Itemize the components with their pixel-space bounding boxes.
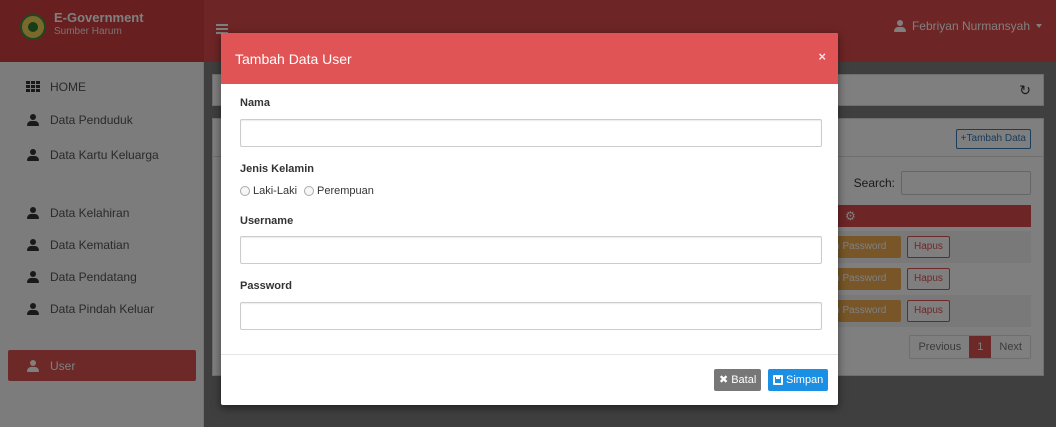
radio-perempuan[interactable]: Perempuan	[304, 185, 374, 197]
modal-title: Tambah Data User	[235, 51, 352, 67]
add-user-modal: Tambah Data User × Nama Jenis Kelamin La…	[221, 33, 838, 405]
times-icon: ✖	[719, 374, 729, 386]
username-input[interactable]	[240, 236, 822, 264]
modal-body: Nama Jenis Kelamin Laki-Laki Perempuan U…	[221, 84, 838, 355]
save-icon	[773, 375, 783, 385]
gender-radio-group: Laki-Laki Perempuan	[240, 185, 378, 197]
username-label: Username	[240, 215, 294, 227]
nama-input[interactable]	[240, 119, 822, 147]
close-icon[interactable]: ×	[818, 49, 826, 64]
radio-laki-laki-label: Laki-Laki	[253, 185, 298, 197]
cancel-button[interactable]: ✖ Batal	[714, 369, 762, 391]
radio-laki-laki[interactable]: Laki-Laki	[240, 185, 297, 197]
save-button[interactable]: Simpan	[768, 369, 829, 391]
jenis-kelamin-label: Jenis Kelamin	[240, 163, 314, 175]
radio-icon	[304, 186, 315, 196]
nama-label: Nama	[240, 97, 270, 109]
cancel-button-label: Batal	[731, 374, 757, 386]
radio-perempuan-label: Perempuan	[317, 185, 374, 197]
password-input[interactable]	[240, 302, 822, 330]
radio-icon	[240, 186, 250, 196]
password-label: Password	[240, 280, 292, 292]
modal-footer: ✖ Batal Simpan	[221, 355, 838, 405]
save-button-label: Simpan	[786, 374, 824, 386]
modal-header: Tambah Data User ×	[221, 33, 838, 84]
